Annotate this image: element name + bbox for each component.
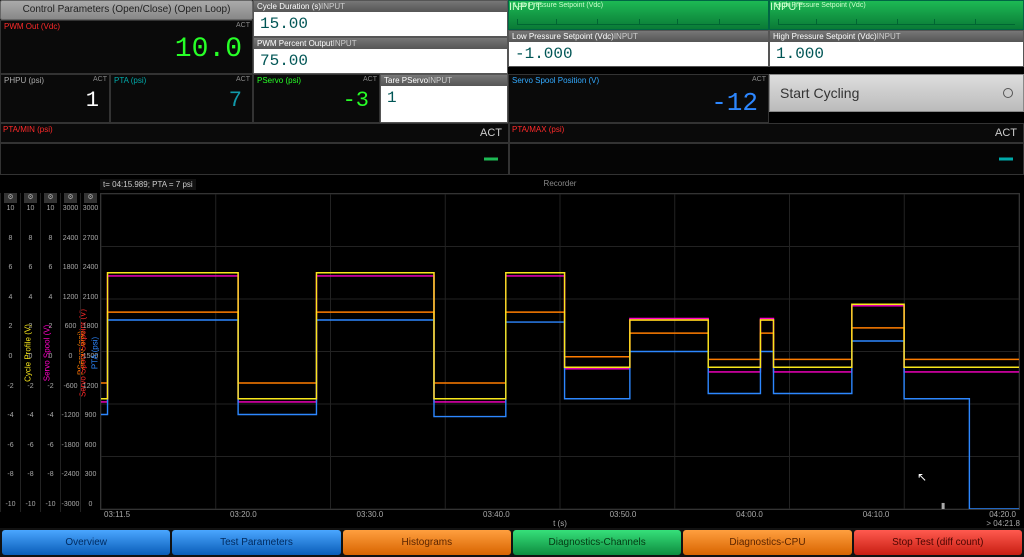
recorder-plot[interactable]: ↖ — [100, 193, 1020, 510]
pwm-out-value: 10.0 — [1, 32, 252, 69]
nav-test-params[interactable]: Test Parameters — [172, 530, 340, 555]
hp-setpoint-slider[interactable]: High Pressure Setpoint (Vdc) INPUT — [769, 0, 1024, 30]
nav-diag-channels[interactable]: Diagnostics-Channels — [513, 530, 681, 555]
scale-config-icon[interactable]: ⚙ — [64, 193, 77, 203]
start-cycling-button[interactable]: Start Cycling — [769, 74, 1024, 112]
nav-stop-test[interactable]: Stop Test (diff count) — [854, 530, 1022, 555]
scale-config-icon[interactable]: ⚙ — [84, 193, 97, 203]
lp-setpoint-input[interactable]: Low Pressure Setpoint (Vdc)INPUT -1.000 — [508, 30, 769, 67]
servo-spool-label: Servo Spool Position (V) — [509, 75, 768, 86]
tare-pservo-input[interactable]: Tare PServoINPUT 1 — [380, 74, 508, 123]
pta-label: PTA (psi) — [111, 75, 252, 86]
recorder-y-scales: ⚙1086420-2-4-6-8-10Cycle Profile (V)⚙108… — [0, 193, 100, 512]
ptamin-bar — [0, 143, 509, 175]
recorder-title: Recorder — [100, 179, 1020, 188]
ptamin-label: PTA/MIN (psi) — [3, 125, 53, 134]
nav-diag-cpu[interactable]: Diagnostics-CPU — [683, 530, 851, 555]
scale-config-icon[interactable]: ⚙ — [24, 193, 37, 203]
recorder-x-axis: t (s) 03:11.503:20.003:30.003:40.003:50.… — [100, 510, 1020, 528]
control-parameters-button[interactable]: Control Parameters (Open/Close) (Open Lo… — [0, 0, 253, 20]
phpu-value: 1 — [1, 86, 109, 117]
pwm-out-label: PWM Out (Vdc) — [1, 21, 252, 32]
pwm-percent-input[interactable]: PWM Percent OutputINPUT 75.00 — [253, 37, 508, 74]
nav-histograms[interactable]: Histograms — [343, 530, 511, 555]
start-cycling-indicator-icon — [1003, 88, 1013, 98]
hp-setpoint-input[interactable]: High Pressure Setpoint (Vdc)INPUT 1.000 — [769, 30, 1024, 67]
ptamax-bar — [509, 143, 1024, 175]
pservo-value: -3 — [254, 86, 379, 117]
scale-config-icon[interactable]: ⚙ — [4, 193, 17, 203]
ptamax-label: PTA/MAX (psi) — [512, 125, 564, 134]
pwm-out-tag: ACT — [236, 22, 250, 29]
bottom-nav: Overview Test Parameters Histograms Diag… — [0, 528, 1024, 557]
scale-config-icon[interactable]: ⚙ — [44, 193, 57, 203]
nav-overview[interactable]: Overview — [2, 530, 170, 555]
pta-value: 7 — [111, 86, 252, 117]
lp-setpoint-slider[interactable]: Low Pressure Setpoint (Vdc) INPUT — [508, 0, 769, 30]
pservo-label: PServo (psi) — [254, 75, 379, 86]
cycle-duration-input[interactable]: Cycle Duration (s)INPUT 15.00 — [253, 0, 508, 37]
servo-spool-value: -12 — [509, 86, 768, 122]
